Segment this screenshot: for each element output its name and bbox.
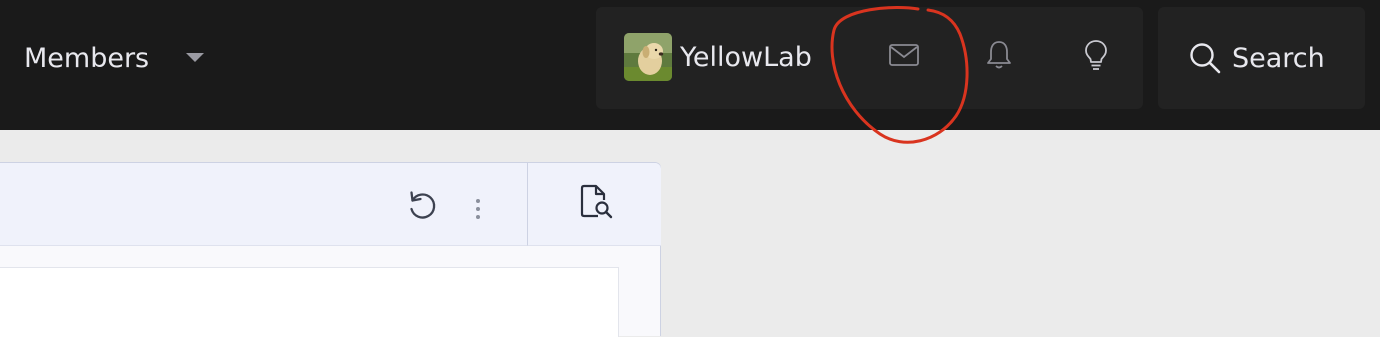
top-navigation-bar: Members YellowLab Search (0, 0, 1380, 130)
notifications-button[interactable] (975, 33, 1023, 81)
editor-toolbar (0, 163, 527, 246)
document-search-icon (575, 182, 615, 226)
bell-icon (984, 39, 1014, 75)
messages-button[interactable] (880, 33, 928, 81)
search-icon (1188, 41, 1222, 75)
preview-toggle-button[interactable] (527, 163, 661, 246)
lightbulb-icon (1082, 38, 1110, 76)
search-button[interactable]: Search (1158, 7, 1365, 109)
undo-icon (404, 187, 440, 227)
editor-panel (0, 162, 661, 337)
members-menu[interactable]: Members (24, 36, 205, 80)
undo-button[interactable] (402, 187, 442, 227)
avatar (624, 33, 672, 81)
chevron-down-icon (185, 52, 205, 64)
members-label: Members (24, 42, 150, 74)
username: YellowLab (680, 41, 812, 73)
search-label: Search (1232, 42, 1325, 74)
more-options-button[interactable] (466, 195, 490, 227)
envelope-icon (888, 42, 920, 72)
user-account-link[interactable]: YellowLab (624, 33, 812, 81)
more-vertical-icon (475, 198, 481, 224)
ideas-button[interactable] (1072, 33, 1120, 81)
editor-content-area[interactable] (0, 267, 619, 337)
